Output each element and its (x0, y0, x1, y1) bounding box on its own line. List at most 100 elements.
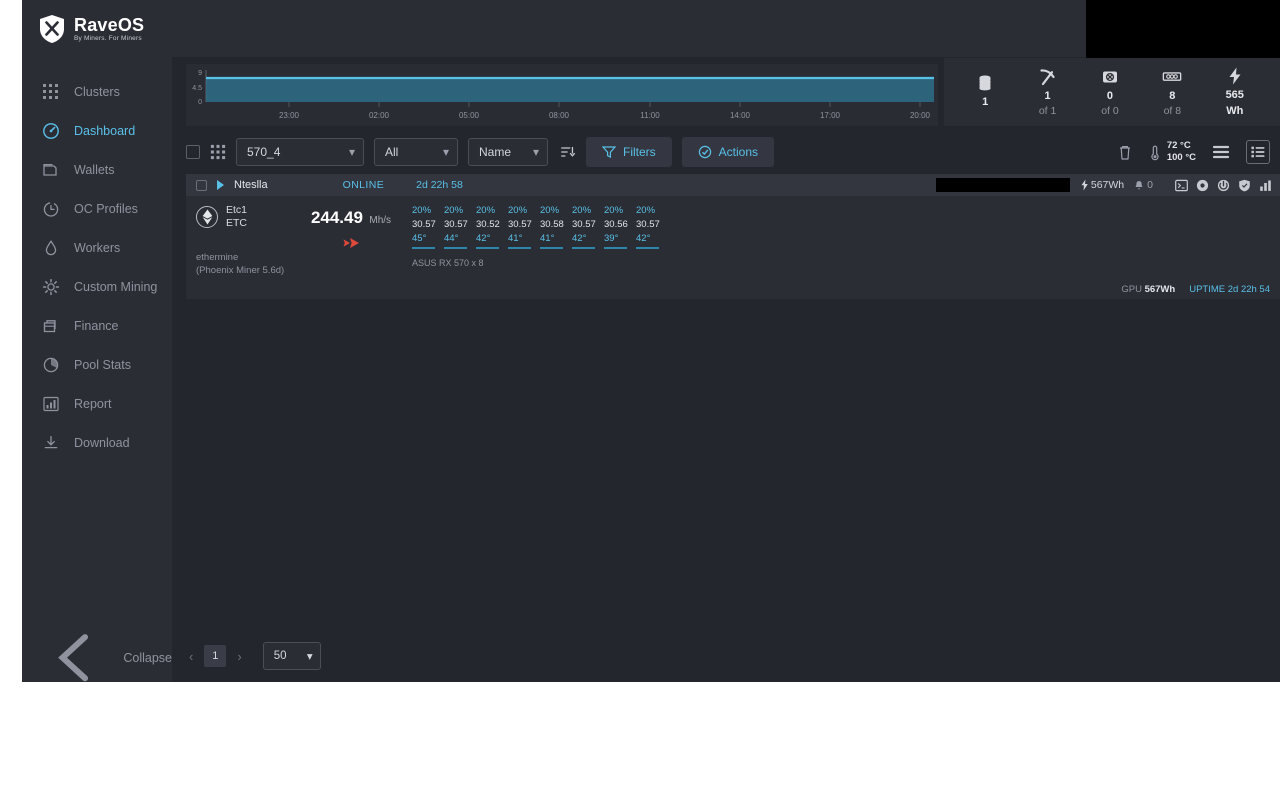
gpu-hashrate: 30.56 (604, 218, 628, 230)
per-page-select[interactable]: 50 ▾ (262, 642, 321, 670)
worker-hashrate-block: 244.49 Mh/s (296, 204, 406, 277)
worker-alerts-count: 0 (1147, 179, 1153, 191)
stat-sub: of 0 (1101, 105, 1119, 118)
pagination-prev[interactable]: ‹ (186, 649, 196, 664)
worker-coin-block: Etc1 ETC ethermine (Phoenix Miner 5.6d) (196, 204, 296, 277)
worker-alerts[interactable]: 0 (1134, 179, 1153, 191)
summary-strip: 9 4.5 0 23:00 02:00 05:00 08:00 11:00 14… (172, 58, 1280, 130)
shares-icon (296, 236, 406, 253)
x-tick-1: 02:00 (369, 111, 390, 120)
gpu-item[interactable]: 20% 30.56 39° (604, 204, 628, 250)
bar-chart-icon[interactable] (1259, 179, 1272, 192)
temp-max: 100 °C (1166, 152, 1196, 163)
gpu-fan: 20% (444, 205, 464, 216)
stat-coins[interactable]: 1 (958, 73, 1012, 112)
gpu-fan: 20% (604, 205, 624, 216)
detail-view-button[interactable] (1246, 140, 1270, 164)
cluster-select[interactable]: 570_4 ▾ (236, 138, 364, 166)
status-filter-select[interactable]: All ▾ (374, 138, 458, 166)
actions-button[interactable]: Actions (681, 137, 775, 167)
gpu-item[interactable]: 20% 30.57 45° (412, 204, 436, 250)
error-rig-icon (1102, 71, 1117, 83)
terminal-icon[interactable] (1175, 179, 1188, 192)
stat-errors[interactable]: 0 of 0 (1083, 67, 1137, 118)
trash-icon[interactable] (1117, 144, 1133, 161)
worker-power-value: 567Wh (1090, 179, 1125, 191)
gpu-item[interactable]: 20% 30.57 42° (636, 204, 660, 250)
stat-power[interactable]: 565 Wh (1208, 66, 1262, 117)
clock-icon (43, 201, 59, 217)
stat-sub: of 8 (1163, 105, 1182, 118)
sidebar-item-finance[interactable]: Finance (22, 306, 172, 345)
redacted-region-top (1086, 0, 1280, 58)
gpu-hashrate: 30.57 (508, 218, 532, 230)
share-arrow-icon (343, 238, 359, 248)
sidebar-collapse-button[interactable]: Collapse (22, 634, 172, 682)
gpu-item[interactable]: 20% 30.57 41° (508, 204, 532, 250)
select-all-checkbox[interactable] (186, 145, 200, 159)
pagination-next[interactable]: › (234, 649, 244, 664)
worker-hashrate-unit: Mh/s (369, 215, 392, 226)
sort-direction-icon[interactable] (560, 144, 576, 160)
app-logo[interactable]: RaveOS By Miners. For Miners (22, 0, 172, 58)
summary-stats: 1 1 of 1 0 of 0 8 of 8 565 Wh (944, 58, 1280, 126)
compact-view-button[interactable] (1210, 141, 1232, 163)
gear-icon (42, 278, 60, 295)
gpu-item[interactable]: 20% 30.57 42° (572, 204, 596, 250)
filters-button[interactable]: Filters (586, 137, 672, 167)
stat-value: 1 (1044, 89, 1051, 102)
shield-icon[interactable] (1238, 179, 1251, 192)
filters-label: Filters (623, 145, 656, 159)
sidebar-item-wallets[interactable]: Wallets (22, 150, 172, 189)
gpu-item[interactable]: 20% 30.52 42° (476, 204, 500, 250)
power-icon[interactable] (1217, 179, 1230, 192)
speedometer-icon (43, 122, 59, 139)
sidebar-item-workers[interactable]: Workers (22, 228, 172, 267)
gpu-fan: 20% (540, 205, 560, 216)
gpu-fan: 20% (412, 205, 432, 216)
eye-icon[interactable] (1196, 179, 1209, 192)
check-circle-icon (698, 145, 711, 159)
sidebar-item-oc-profiles[interactable]: OC Profiles (22, 189, 172, 228)
worker-select-checkbox[interactable] (196, 179, 207, 191)
stat-sub: of 1 (1038, 105, 1057, 118)
gpu-hashrate: 30.52 (476, 218, 500, 230)
toolbar-right-group: 72 °C 100 °C (1117, 140, 1270, 164)
download-icon (44, 435, 58, 448)
sidebar-item-pool-stats[interactable]: Pool Stats (22, 345, 172, 384)
worker-gpu-block: 20% 30.57 45° 20% 30.57 44° 20% 30.52 42… (406, 204, 660, 277)
stat-sub: Wh (1226, 105, 1244, 117)
stat-gpus[interactable]: 8 of 8 (1145, 67, 1199, 118)
sidebar-item-dashboard[interactable]: Dashboard (22, 111, 172, 150)
sidebar-item-download[interactable]: Download (22, 423, 172, 462)
gpu-load-bar (540, 247, 563, 250)
y-tick-9: 9 (198, 70, 202, 77)
pagination-page-1[interactable]: 1 (204, 645, 227, 667)
sidebar-item-clusters[interactable]: Clusters (22, 72, 172, 111)
sidebar: RaveOS By Miners. For Miners Clusters Da… (22, 0, 172, 682)
gpu-temp: 42° (636, 232, 651, 244)
sort-field-select[interactable]: Name ▾ (468, 138, 548, 166)
grid-view-icon[interactable] (210, 144, 226, 160)
sidebar-item-custom-mining[interactable]: Custom Mining (22, 267, 172, 306)
gpu-item[interactable]: 20% 30.57 44° (444, 204, 468, 250)
worker-coin-ticker: ETC (226, 217, 247, 230)
worker-card-header: Nteslla ONLINE 2d 22h 58 567Wh 0 (186, 174, 1280, 196)
sidebar-item-label: Pool Stats (74, 357, 131, 372)
etc-coin-icon (196, 206, 218, 229)
temperature-indicator[interactable]: 72 °C 100 °C (1147, 140, 1196, 164)
stat-mining[interactable]: 1 of 1 (1021, 67, 1075, 118)
worker-expand-toggle[interactable] (217, 180, 224, 190)
gpu-load-bar (412, 247, 435, 250)
gpu-item[interactable]: 20% 30.58 41° (540, 204, 564, 250)
gpu-fan: 20% (572, 205, 592, 216)
chevron-left-icon (58, 634, 89, 682)
gpu-hashrate: 30.57 (572, 218, 596, 230)
thermometer-icon (1151, 145, 1159, 160)
worker-pool: ethermine (196, 252, 239, 264)
sort-field-value: Name (479, 145, 512, 159)
sidebar-item-report[interactable]: Report (22, 384, 172, 423)
worker-name: Nteslla (234, 179, 268, 191)
gpu-load-bar (508, 247, 531, 250)
hashrate-chart[interactable]: 9 4.5 0 23:00 02:00 05:00 08:00 11:00 14… (186, 64, 938, 126)
